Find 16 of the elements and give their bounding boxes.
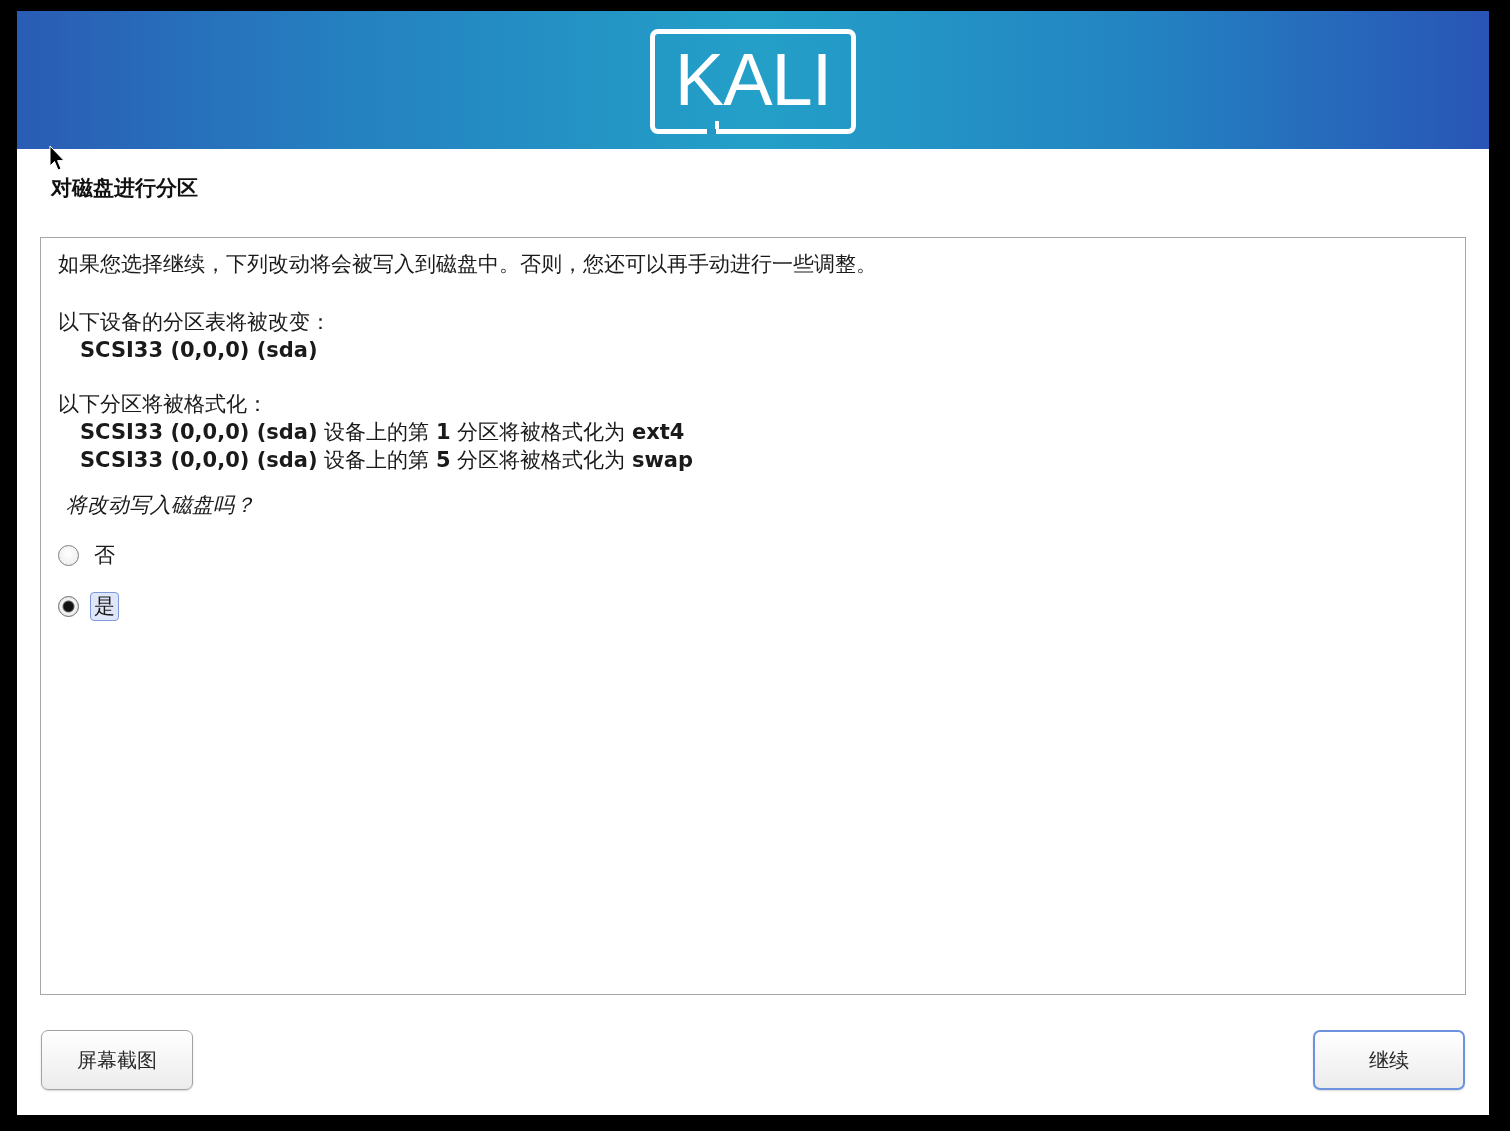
device-entry: SCSI33 (0,0,0) (sda) xyxy=(80,337,319,364)
section-heading: 以下分区将被格式化： xyxy=(58,391,269,418)
radio-label[interactable]: 否 xyxy=(90,540,119,570)
question-text: 将改动写入磁盘吗？ xyxy=(66,492,256,519)
intro-text: 如果您选择继续，下列改动将会被写入到磁盘中。否则，您还可以再手动进行一些调整。 xyxy=(58,251,878,278)
radio-label[interactable]: 是 xyxy=(90,591,119,621)
screenshot-button[interactable]: 屏幕截图 xyxy=(41,1030,193,1090)
partition-entry: SCSI33 (0,0,0) (sda) 设备上的第 5 分区将被格式化为 swap xyxy=(80,447,695,474)
partition-entry: SCSI33 (0,0,0) (sda) 设备上的第 1 分区将被格式化为 ext4 xyxy=(80,419,686,446)
cursor-icon xyxy=(49,145,65,171)
section-heading: 以下设备的分区表将被改变： xyxy=(58,309,332,336)
radio-button[interactable] xyxy=(58,595,79,617)
page-title: 对磁盘进行分区 xyxy=(51,176,198,200)
logo: KALI xyxy=(650,28,856,134)
continue-button[interactable]: 继续 xyxy=(1313,1030,1465,1090)
radio-button[interactable] xyxy=(58,544,79,566)
